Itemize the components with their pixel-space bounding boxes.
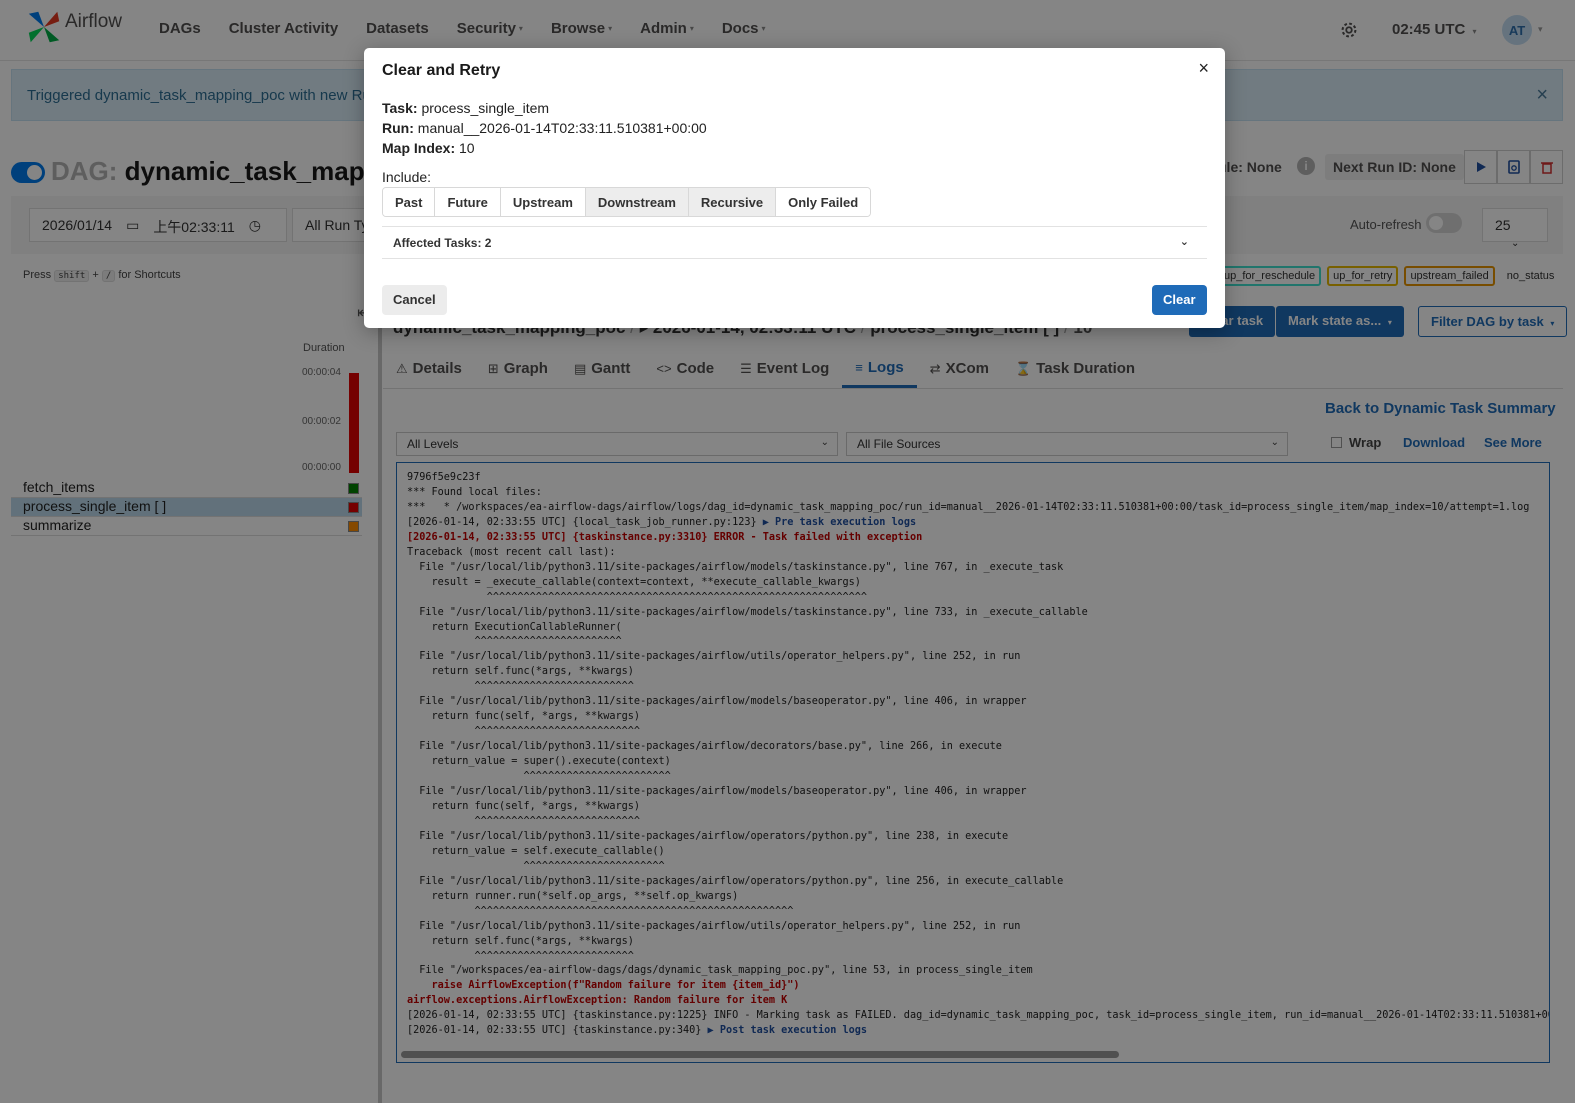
include-options: Past Future Upstream Downstream Recursive Onl… <box>382 187 872 217</box>
include-recursive-button[interactable]: Recursive <box>688 188 777 216</box>
close-icon[interactable]: × <box>1198 58 1209 79</box>
clear-retry-modal: Clear and Retry × Task: process_single_i… <box>364 48 1225 328</box>
cancel-button[interactable]: Cancel <box>382 285 447 315</box>
include-only-failed-button[interactable]: Only Failed <box>776 188 871 216</box>
include-label: Include: <box>382 169 432 185</box>
run-info: Run: manual__2026-01-14T02:33:11.510381+… <box>382 120 707 136</box>
chevron-down-icon: ⌄ <box>1179 236 1189 248</box>
include-future-button[interactable]: Future <box>435 188 501 216</box>
map-index-info: Map Index: 10 <box>382 140 475 156</box>
clear-button[interactable]: Clear <box>1152 285 1207 315</box>
include-upstream-button[interactable]: Upstream <box>500 188 586 216</box>
affected-tasks-accordion[interactable]: Affected Tasks: 2 ⌄ <box>382 226 1207 259</box>
include-downstream-button[interactable]: Downstream <box>585 188 689 216</box>
include-past-button[interactable]: Past <box>383 188 436 216</box>
task-info: Task: process_single_item <box>382 100 550 116</box>
modal-title: Clear and Retry <box>382 62 501 79</box>
